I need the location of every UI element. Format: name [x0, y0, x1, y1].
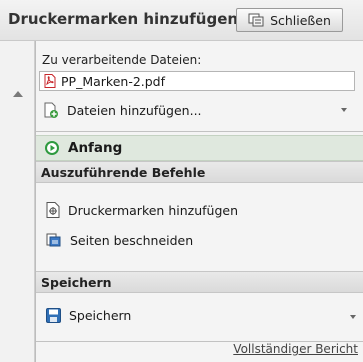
chevron-down-icon [350, 315, 356, 319]
close-panel-icon [248, 13, 264, 27]
section-header-commands: Auszuführende Befehle [36, 161, 363, 183]
add-files-dropdown[interactable]: Dateien hinzufügen... [39, 97, 355, 123]
file-list[interactable]: PP_Marken-2.pdf [39, 71, 355, 91]
full-report-link[interactable]: Vollständiger Bericht [233, 342, 358, 356]
play-icon [44, 140, 60, 156]
window-title: Druckermarken hinzufügen [8, 10, 239, 28]
divider [36, 131, 363, 132]
command-add-printer-marks[interactable]: Druckermarken hinzufügen [36, 199, 363, 221]
command-crop-pages[interactable]: Seiten beschneiden [36, 229, 363, 251]
save-label: Speichern [69, 307, 132, 323]
section-title: Speichern [41, 274, 112, 290]
section-header-save: Speichern [36, 271, 363, 293]
crop-pages-icon [46, 232, 62, 248]
start-label: Anfang [68, 140, 123, 156]
command-label: Druckermarken hinzufügen [68, 202, 238, 218]
action-panel: Zu verarbeitende Dateien: PP_Marken-2.pd… [35, 41, 363, 362]
chevron-down-icon [341, 108, 347, 112]
pdf-file-icon [44, 74, 56, 88]
add-files-label: Dateien hinzufügen... [67, 102, 202, 118]
add-file-icon [43, 102, 59, 119]
file-name: PP_Marken-2.pdf [61, 73, 166, 89]
save-icon [46, 307, 61, 323]
title-bar: Druckermarken hinzufügen Schließen [0, 0, 363, 41]
left-gutter [0, 41, 35, 362]
close-button-label: Schließen [270, 12, 331, 28]
printer-marks-icon [46, 202, 60, 218]
section-title: Auszuführende Befehle [41, 164, 206, 180]
close-button[interactable]: Schließen [236, 8, 343, 32]
start-button[interactable]: Anfang [36, 135, 363, 161]
collapse-arrow-icon[interactable] [13, 91, 23, 97]
command-label: Seiten beschneiden [70, 232, 194, 248]
files-label: Zu verarbeitende Dateien: [42, 53, 202, 67]
save-dropdown[interactable]: Speichern [36, 304, 363, 326]
